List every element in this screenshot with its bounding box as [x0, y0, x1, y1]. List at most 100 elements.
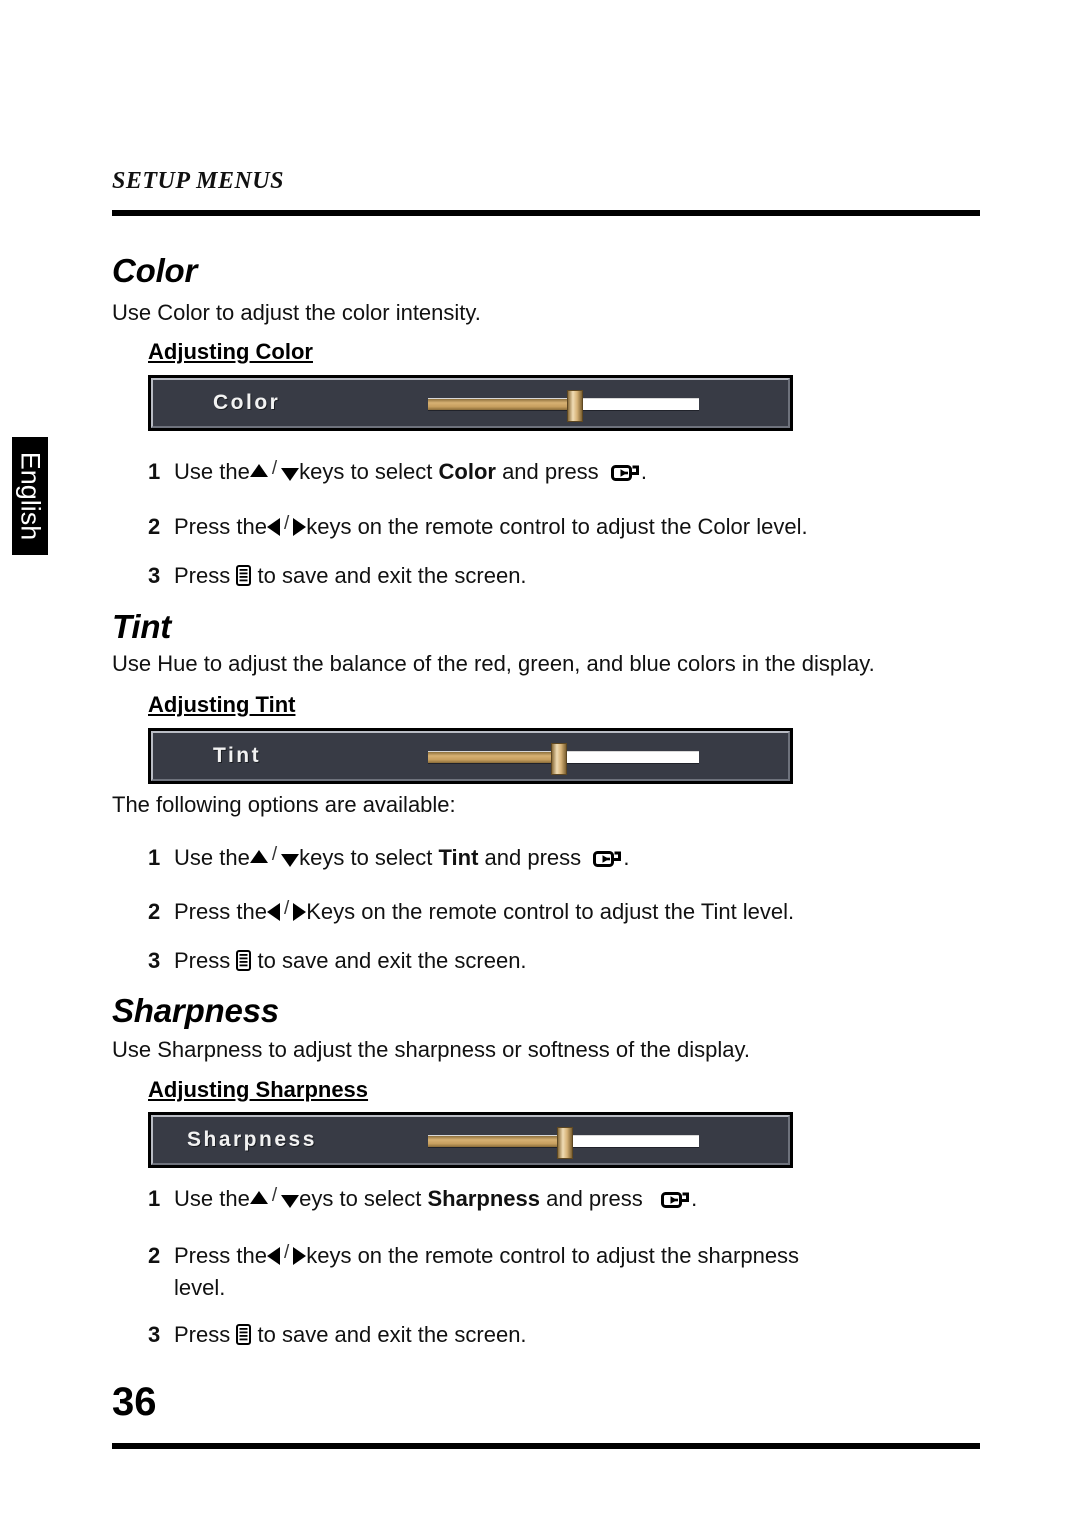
subhead-adjusting-sharpness: Adjusting Sharpness: [148, 1077, 369, 1102]
osd-slider-sharpness-thumb[interactable]: [556, 1126, 573, 1159]
section-intro-sharpness: Use Sharpness to adjust the sharpness or…: [112, 1037, 750, 1062]
step-number: 2: [148, 514, 161, 539]
osd-slider-sharpness-body: Sharpness: [151, 1115, 790, 1165]
running-head: SETUP MENUS: [112, 168, 284, 194]
step-text-pre: Use the: [174, 1186, 250, 1211]
osd-slider-color-thumb[interactable]: [567, 389, 584, 422]
step-text-mid: eys to select: [299, 1186, 428, 1211]
language-tab-label: English: [15, 451, 46, 541]
osd-slider-tint-fill: [428, 752, 559, 763]
step-keyword: Color: [438, 459, 496, 484]
step-sharpness-2: 2 Press the / keys on the remote control to…: [148, 1242, 800, 1269]
step-text-mid: keys to select: [299, 459, 439, 484]
osd-slider-sharpness[interactable]: Sharpness: [148, 1112, 793, 1168]
osd-slider-color-track[interactable]: [428, 389, 699, 422]
step-text-tail: .: [623, 845, 630, 870]
step-text-pre: Use the: [174, 845, 250, 870]
footer-rule: [112, 1443, 980, 1449]
step-text-pre: Press: [174, 948, 231, 973]
step-number: 1: [148, 1186, 161, 1211]
osd-slider-sharpness-fill: [428, 1136, 564, 1147]
step-keyword: Sharpness: [427, 1186, 541, 1211]
step-keyword: Tint: [438, 845, 479, 870]
osd-slider-color-body: Color: [151, 378, 790, 428]
step-text-post: and press: [495, 459, 599, 484]
arrow-left-icon: [266, 903, 280, 922]
step-text-mid: keys on the remote control to adjust the…: [306, 1243, 800, 1268]
language-tab: English: [12, 437, 48, 555]
step-text-mid: keys on the remote control to adjust the…: [306, 514, 808, 539]
section-title-sharpness: Sharpness: [112, 992, 279, 1029]
page-number: 36: [112, 1380, 157, 1424]
arrow-down-icon: [281, 853, 300, 867]
separator-slash: /: [271, 844, 278, 866]
step-color-3: 3 Press to save and exit the screen.: [148, 563, 527, 589]
step-number: 1: [148, 459, 161, 484]
step-text-pre: Use the: [174, 459, 250, 484]
step-text-pre: Press the: [174, 514, 267, 539]
step-text-mid: to save and exit the screen.: [257, 563, 527, 588]
subhead-adjusting-color: Adjusting Color: [148, 339, 313, 364]
step-text-pre: Press: [174, 563, 231, 588]
section-intro-color: Use Color to adjust the color intensity.: [112, 300, 481, 325]
step-tint-1: 1 Use the / keys to select Tint and press .: [148, 844, 630, 871]
step-text-pre: Press the: [174, 899, 267, 924]
step-color-2: 2 Press the / keys on the remote control to…: [148, 513, 808, 540]
step-color-1: 1 Use the / keys to select Color and press …: [148, 458, 648, 485]
tint-options-note: The following options are available:: [112, 792, 456, 817]
step-number: 3: [148, 563, 161, 588]
step-number: 3: [148, 1322, 161, 1347]
arrow-left-icon: [266, 1247, 280, 1266]
step-text-mid: Keys on the remote control to adjust the…: [306, 899, 795, 924]
arrow-down-icon: [281, 467, 300, 481]
step-text-post: and press: [478, 845, 582, 870]
menu-key-icon: [236, 564, 252, 586]
osd-slider-color-label: Color: [213, 391, 281, 414]
section-title-color: Color: [112, 252, 198, 289]
step-tint-3: 3 Press to save and exit the screen.: [148, 948, 527, 974]
step-sharpness-3: 3 Press to save and exit the screen.: [148, 1322, 527, 1348]
osd-slider-sharpness-track[interactable]: [428, 1126, 699, 1159]
osd-slider-tint-label: Tint: [213, 744, 262, 767]
separator-slash: /: [271, 1185, 278, 1207]
step-text-tail: .: [640, 459, 648, 484]
page-content: SETUP MENUS Color Use Color to adjust th…: [112, 0, 980, 1529]
step-text-mid: keys to select: [299, 845, 439, 870]
step-text-pre: Press the: [174, 1243, 267, 1268]
osd-slider-sharpness-label: Sharpness: [187, 1128, 317, 1151]
enter-key-icon: [593, 848, 623, 868]
osd-slider-tint-thumb[interactable]: [551, 742, 568, 775]
header-rule: [112, 210, 980, 216]
arrow-right-icon: [293, 1247, 307, 1266]
step-text-mid: to save and exit the screen.: [257, 1322, 527, 1347]
osd-slider-color[interactable]: Color: [148, 375, 793, 431]
enter-key-icon: [610, 462, 641, 482]
menu-key-icon: [236, 949, 252, 971]
step-text-tail: .: [691, 1186, 698, 1211]
separator-slash: /: [271, 458, 278, 480]
enter-key-icon: [661, 1189, 691, 1209]
separator-slash: /: [283, 1242, 290, 1264]
separator-slash: /: [283, 513, 290, 535]
arrow-right-icon: [293, 518, 307, 537]
osd-slider-tint[interactable]: Tint: [148, 728, 793, 784]
step-text-mid: to save and exit the screen.: [257, 948, 527, 973]
osd-slider-tint-body: Tint: [151, 731, 790, 781]
arrow-right-icon: [293, 903, 307, 922]
osd-slider-color-fill: [428, 399, 575, 410]
step-text-post: and press: [540, 1186, 643, 1211]
section-title-tint: Tint: [112, 608, 172, 645]
arrow-up-icon: [249, 463, 268, 477]
step-number: 3: [148, 948, 161, 973]
arrow-down-icon: [281, 1194, 300, 1208]
step-text-pre: Press: [174, 1322, 231, 1347]
menu-key-icon: [236, 1323, 252, 1345]
separator-slash: /: [283, 898, 290, 920]
subhead-adjusting-tint: Adjusting Tint: [148, 692, 296, 717]
osd-slider-tint-track[interactable]: [428, 742, 699, 775]
step-tint-2: 2 Press the / Keys on the remote control to…: [148, 898, 795, 925]
arrow-up-icon: [249, 849, 268, 863]
step-number: 2: [148, 1243, 161, 1268]
arrow-left-icon: [266, 518, 280, 537]
step-number: 2: [148, 899, 161, 924]
